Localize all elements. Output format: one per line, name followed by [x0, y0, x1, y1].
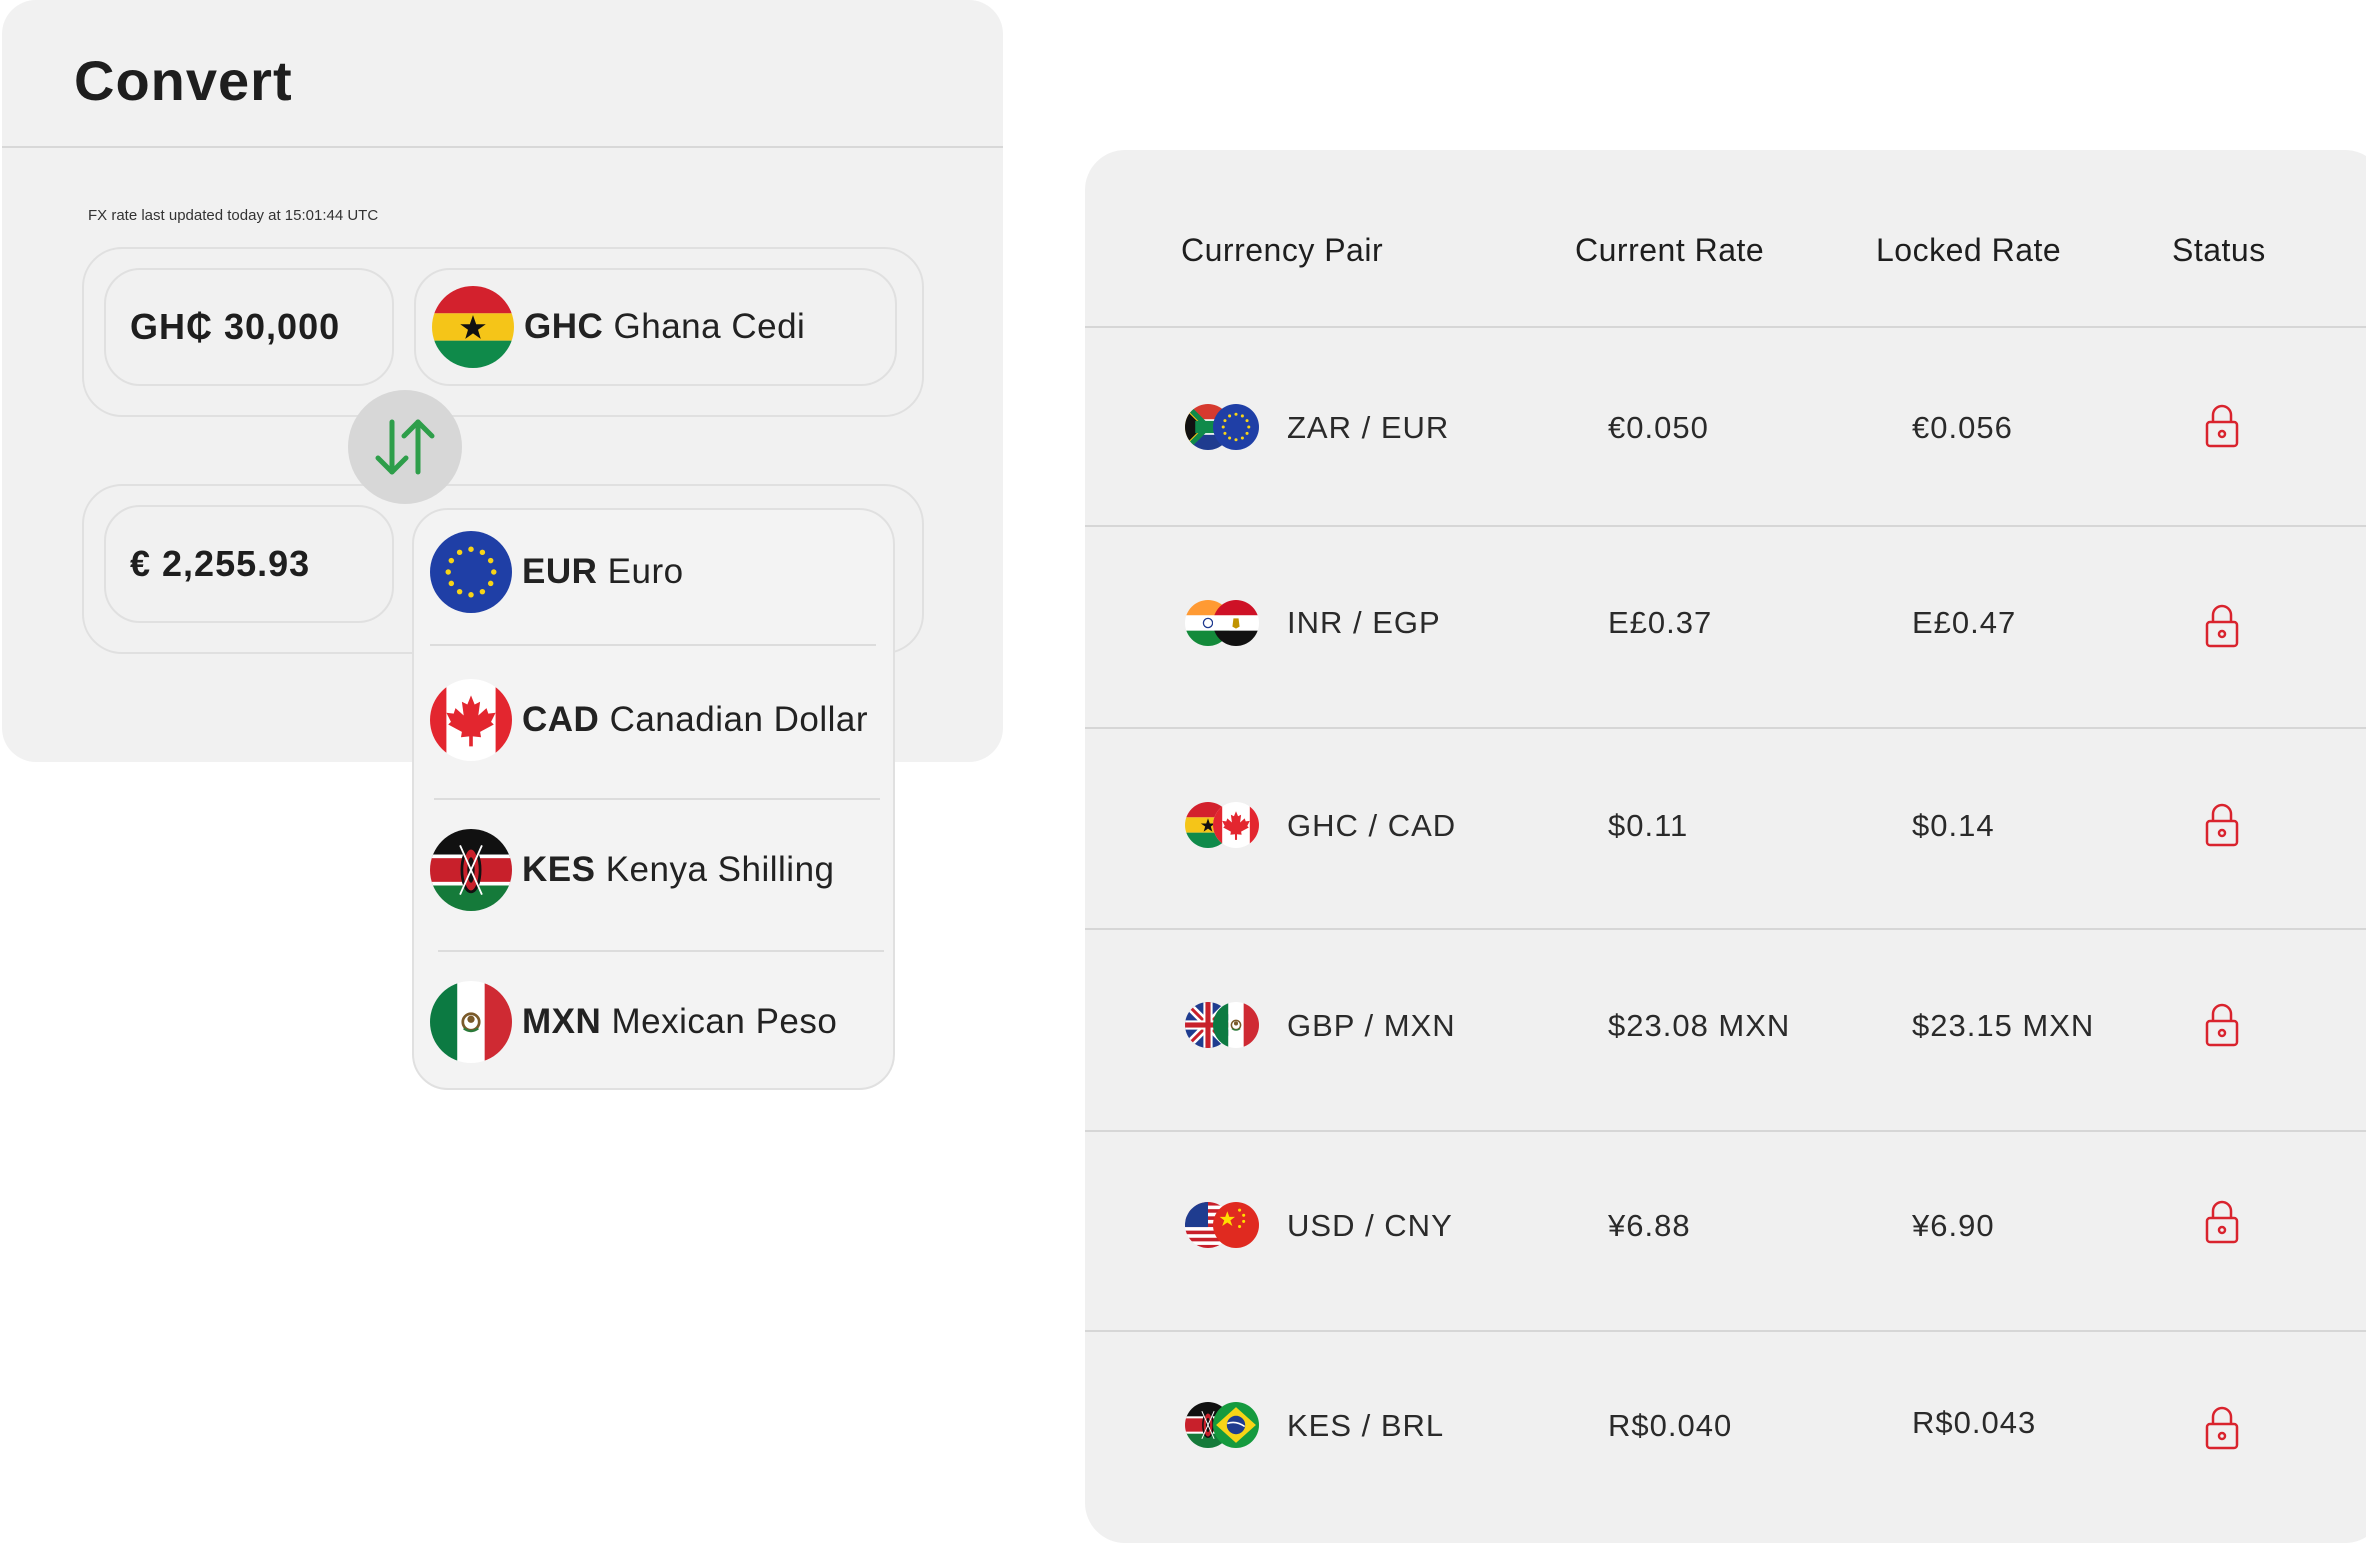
option-code: MXN	[522, 1002, 602, 1041]
locked-rate-cell: $0.14	[1912, 808, 1995, 843]
dropdown-option-cad[interactable]: CAD Canadian Dollar	[430, 678, 868, 762]
row-divider	[1085, 1130, 2366, 1132]
pair-flags	[1185, 802, 1261, 850]
dropdown-divider	[438, 950, 884, 952]
dropdown-option-mxn[interactable]: MXN Mexican Peso	[430, 980, 837, 1064]
locked-rate-cell: €0.056	[1912, 410, 2013, 445]
from-currency-name: Ghana Cedi	[613, 307, 806, 346]
to-amount-input[interactable]: € 2,255.93	[104, 505, 394, 623]
row-divider	[1085, 525, 2366, 527]
current-rate-cell: R$0.040	[1608, 1408, 1733, 1443]
china-flag-icon	[1213, 1202, 1259, 1248]
brazil-flag-icon	[1213, 1402, 1259, 1448]
current-rate-cell: $23.08 MXN	[1608, 1008, 1791, 1043]
rates-table: Currency Pair Current Rate Locked Rate S…	[1085, 150, 2366, 1543]
canada-flag-icon	[1213, 802, 1259, 848]
eu-flag-icon	[430, 531, 512, 613]
current-rate-cell: €0.050	[1608, 410, 1709, 445]
mexico-flag-icon	[430, 981, 512, 1063]
pair-cell: ZAR / EUR	[1287, 410, 1450, 445]
lock-icon[interactable]	[2205, 404, 2239, 448]
option-name: Canadian Dollar	[609, 700, 869, 739]
pair-flags	[1185, 1402, 1261, 1450]
dropdown-option-eur[interactable]: EUR Euro	[430, 530, 684, 614]
option-code: KES	[522, 850, 596, 889]
header-divider	[1085, 326, 2366, 328]
option-code: CAD	[522, 700, 600, 739]
pair-cell: INR / EGP	[1287, 605, 1441, 640]
from-amount-input[interactable]: GH₵ 30,000	[104, 268, 394, 386]
dropdown-divider	[434, 798, 880, 800]
current-rate-cell: E£0.37	[1608, 605, 1713, 640]
mexico-flag-icon	[1213, 1002, 1259, 1048]
option-name: Mexican Peso	[611, 1002, 838, 1041]
dropdown-option-kes[interactable]: KES Kenya Shilling	[430, 828, 835, 912]
pair-cell: USD / CNY	[1287, 1208, 1453, 1243]
pair-flags	[1185, 1002, 1261, 1050]
currency-dropdown: EUR Euro CAD Canadian Dollar KES Kenya S…	[412, 508, 895, 1090]
to-currency-name: Euro	[607, 552, 684, 591]
option-label: MXN Mexican Peso	[522, 1002, 837, 1042]
row-divider	[1085, 1330, 2366, 1332]
from-currency-code: GHC	[524, 307, 604, 346]
from-currency-label: GHC Ghana Cedi	[524, 307, 805, 347]
dropdown-divider	[430, 644, 876, 646]
kenya-flag-icon	[430, 829, 512, 911]
row-divider	[1085, 928, 2366, 930]
page-title: Convert	[74, 49, 293, 112]
to-currency-code: EUR	[522, 552, 598, 591]
pair-cell: GHC / CAD	[1287, 808, 1457, 843]
to-currency-label: EUR Euro	[522, 552, 684, 592]
title-divider	[2, 146, 1003, 148]
from-currency-select[interactable]: GHC Ghana Cedi	[414, 268, 897, 386]
option-label: CAD Canadian Dollar	[522, 700, 868, 740]
header-locked-rate: Locked Rate	[1876, 232, 2062, 268]
option-name: Kenya Shilling	[605, 850, 835, 889]
locked-rate-cell: $23.15 MXN	[1912, 1008, 2095, 1043]
lock-icon[interactable]	[2205, 803, 2239, 847]
lock-icon[interactable]	[2205, 604, 2239, 648]
header-currency-pair: Currency Pair	[1181, 232, 1384, 268]
egypt-flag-icon	[1213, 600, 1259, 646]
swap-arrows-icon	[375, 419, 435, 475]
pair-cell: GBP / MXN	[1287, 1008, 1456, 1043]
locked-rate-cell: R$0.043	[1912, 1405, 2037, 1440]
locked-rate-cell: ¥6.90	[1912, 1208, 1995, 1243]
eu-flag-icon	[1213, 404, 1259, 450]
pair-cell: KES / BRL	[1287, 1408, 1445, 1443]
canada-flag-icon	[430, 679, 512, 761]
header-current-rate: Current Rate	[1575, 232, 1765, 268]
pair-flags	[1185, 600, 1261, 648]
pair-flags	[1185, 404, 1261, 452]
ghana-flag-icon	[432, 286, 514, 368]
lock-icon[interactable]	[2205, 1200, 2239, 1244]
header-status: Status	[2172, 232, 2266, 268]
current-rate-cell: ¥6.88	[1608, 1208, 1691, 1243]
option-label: KES Kenya Shilling	[522, 850, 835, 890]
current-rate-cell: $0.11	[1608, 808, 1689, 843]
pair-flags	[1185, 1202, 1261, 1250]
swap-button[interactable]	[348, 390, 462, 504]
lock-icon[interactable]	[2205, 1406, 2239, 1450]
row-divider	[1085, 727, 2366, 729]
locked-rate-cell: E£0.47	[1912, 605, 2017, 640]
lock-icon[interactable]	[2205, 1003, 2239, 1047]
fx-updated-text: FX rate last updated today at 15:01:44 U…	[88, 207, 379, 224]
